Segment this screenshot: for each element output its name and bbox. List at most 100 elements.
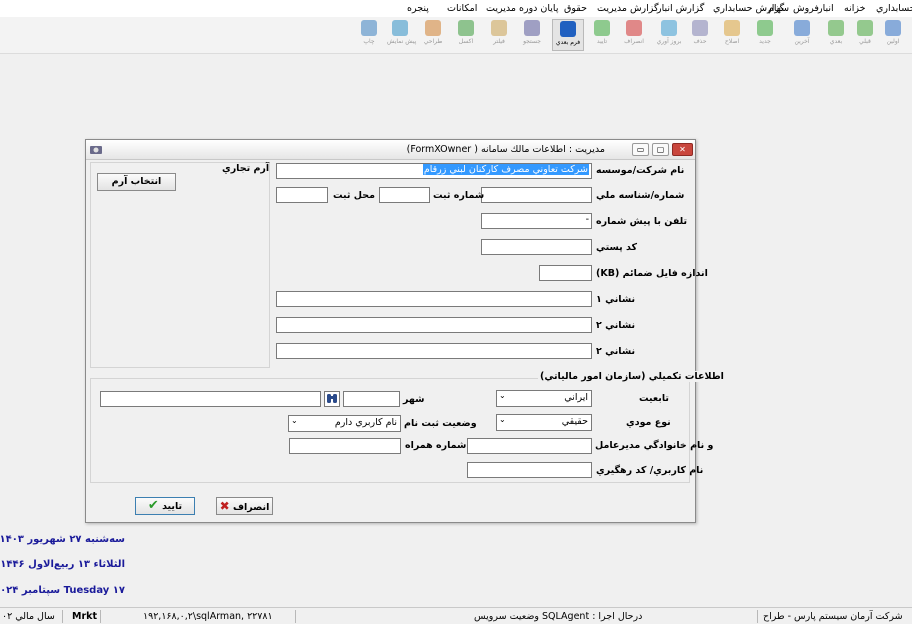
status-server: ۱۹۲,۱۶۸,۰,۲\sqlArman, ۲۲۷۸۱: [143, 611, 273, 622]
toolbar-button-label: جديد: [759, 38, 771, 45]
logo-groupbox: [90, 162, 270, 368]
cancel-label: انصراف: [232, 502, 270, 513]
cancel-icon: ✖: [219, 499, 230, 513]
toolbar-button-label: آخرين: [794, 38, 810, 45]
national-id-label: شماره/شناسه ملي: [596, 190, 685, 201]
manager-name-input[interactable]: [467, 438, 592, 454]
nationality-select[interactable]: ايراني ⌄: [496, 390, 592, 407]
menu-item[interactable]: حقوق: [564, 3, 587, 14]
address2-input[interactable]: [276, 317, 592, 333]
toolbar-button-label: اولين: [886, 38, 900, 45]
address1-input[interactable]: [276, 291, 592, 307]
hijri-date: الثلاثاء ۱۳ ربيع‌الاول ۱۴۴۶ - ۳: [0, 559, 125, 570]
chevron-down-icon: ⌄: [291, 416, 298, 425]
company-name-label: نام شركت/موسسه: [596, 165, 685, 176]
minimize-button[interactable]: ▭: [632, 143, 649, 156]
mobile-input[interactable]: [289, 438, 401, 454]
phone-label: تلفن با پيش شماره: [596, 216, 688, 227]
attach-size-input[interactable]: [539, 265, 592, 281]
address3-input[interactable]: [276, 343, 592, 359]
username-input[interactable]: [467, 462, 592, 478]
menu-item[interactable]: امكانات: [447, 3, 477, 14]
toolbar-button[interactable]: اكسل: [453, 19, 479, 51]
menu-item[interactable]: مديريت: [486, 3, 516, 14]
toolbar-button[interactable]: جستجو: [519, 19, 545, 51]
toolbar-button[interactable]: پيش نمايش: [387, 19, 416, 51]
menu-item[interactable]: پايان دوره: [519, 3, 558, 14]
arrow-up-icon: [885, 20, 901, 36]
toolbar-button[interactable]: فرم بعدي: [552, 19, 584, 51]
toolbar-button[interactable]: بروز آوري: [656, 19, 682, 51]
toolbar-button[interactable]: طراحي: [420, 19, 446, 51]
phone-input[interactable]: -: [481, 213, 592, 229]
form-icon: [560, 21, 576, 37]
reg-no-input[interactable]: [379, 187, 430, 203]
status-sqlagent: درحال اجرا : SQLAgent وضعيت سرويس: [474, 611, 643, 622]
toolbar-button-label: فيلتر: [493, 38, 505, 45]
postal-code-label: كد پستي: [596, 242, 638, 253]
toolbar-button-label: طراحي: [423, 38, 443, 45]
status-separator: [757, 610, 758, 623]
menu-item[interactable]: خزانه: [844, 3, 866, 14]
check-icon: [594, 20, 610, 36]
pencil-icon: [724, 20, 740, 36]
toolbar-button-label: حذف: [693, 38, 707, 45]
menu-item[interactable]: گزارش حسابداري: [713, 3, 784, 14]
maximize-button[interactable]: ▢: [652, 143, 669, 156]
taxpayer-type-select[interactable]: حقيقي ⌄: [496, 414, 592, 431]
arrow-left-icon: [828, 20, 844, 36]
printer-icon: [361, 20, 377, 36]
company-name-input[interactable]: شركت تعاوني مصرف كاركنان لبني زرقام: [276, 163, 592, 179]
toolbar-button[interactable]: چاپ: [356, 19, 382, 51]
toolbar-button[interactable]: آخرين: [789, 19, 815, 51]
ok-button[interactable]: تاييد ✔: [135, 497, 195, 515]
plus-icon: [757, 20, 773, 36]
solar-date: سه‌شنبه ۲۷ شهريور ۱۴۰۳ - ۷: [0, 534, 125, 545]
mobile-label: شماره همراه: [405, 440, 467, 451]
toolbar-button[interactable]: اصلاح: [719, 19, 745, 51]
address2-label: نشاني ۲: [596, 320, 636, 331]
menu-bar: حسابداري خزانه انبار فروش سهام گزارش حسابداري…: [0, 0, 912, 17]
toolbar-button[interactable]: جديد: [752, 19, 778, 51]
reg-no-label: شماره ثبت: [433, 190, 485, 201]
toolbar-button[interactable]: اولين: [880, 19, 906, 51]
menu-item[interactable]: حسابداري: [876, 3, 912, 14]
toolbar-button-label: اكسل: [458, 38, 474, 45]
toolbar-button[interactable]: فيلتر: [486, 19, 512, 51]
app-icon: [90, 146, 102, 154]
menu-item[interactable]: گزارش مديريت: [597, 3, 659, 14]
reg-place-label: محل ثبت: [333, 190, 376, 201]
reg-place-input[interactable]: [276, 187, 328, 203]
toolbar-button[interactable]: حذف: [687, 19, 713, 51]
status-bar: شركت آرمان سيستم پارس - طراح درحال اجرا …: [0, 607, 912, 624]
toolbar-button-label: چاپ: [363, 38, 375, 45]
city-name-input[interactable]: [100, 391, 321, 407]
city-search-button[interactable]: [324, 391, 340, 407]
toolbar-button[interactable]: تاييد: [589, 19, 615, 51]
registration-status-select[interactable]: نام كاربري دارم ⌄: [288, 415, 401, 432]
cancel-button[interactable]: انصراف ✖: [216, 497, 273, 515]
choose-logo-button[interactable]: انتخاب آرم: [97, 173, 176, 191]
national-id-input[interactable]: [481, 187, 592, 203]
toolbar-button[interactable]: انصراف: [621, 19, 647, 51]
menu-item[interactable]: گزارش انبار: [657, 3, 704, 14]
toolbar-button[interactable]: قبلي: [852, 19, 878, 51]
excel-icon: [458, 20, 474, 36]
menu-item[interactable]: پنجره: [407, 3, 429, 14]
preview-icon: [392, 20, 408, 36]
postal-code-input[interactable]: [481, 239, 592, 255]
design-icon: [425, 20, 441, 36]
menu-item[interactable]: انبار: [818, 3, 834, 14]
owner-info-dialog: مديريت : اطلاعات مالك سامانه ( FormXOwne…: [85, 139, 726, 523]
dialog-titlebar[interactable]: مديريت : اطلاعات مالك سامانه ( FormXOwne…: [86, 140, 695, 160]
close-button[interactable]: ✕: [672, 143, 693, 156]
toolbar-button-label: بروز آوري: [656, 38, 682, 45]
taxpayer-type-value: حقيقي: [561, 416, 588, 427]
arrow-right-icon: [857, 20, 873, 36]
toolbar-button[interactable]: بعدي: [823, 19, 849, 51]
address1-label: نشاني ۱: [596, 294, 636, 305]
username-label: نام كاربري/ كد رهگيري: [596, 465, 704, 476]
filter-icon: [491, 20, 507, 36]
city-code-input[interactable]: [343, 391, 400, 407]
menu-item[interactable]: فروش: [793, 3, 819, 14]
